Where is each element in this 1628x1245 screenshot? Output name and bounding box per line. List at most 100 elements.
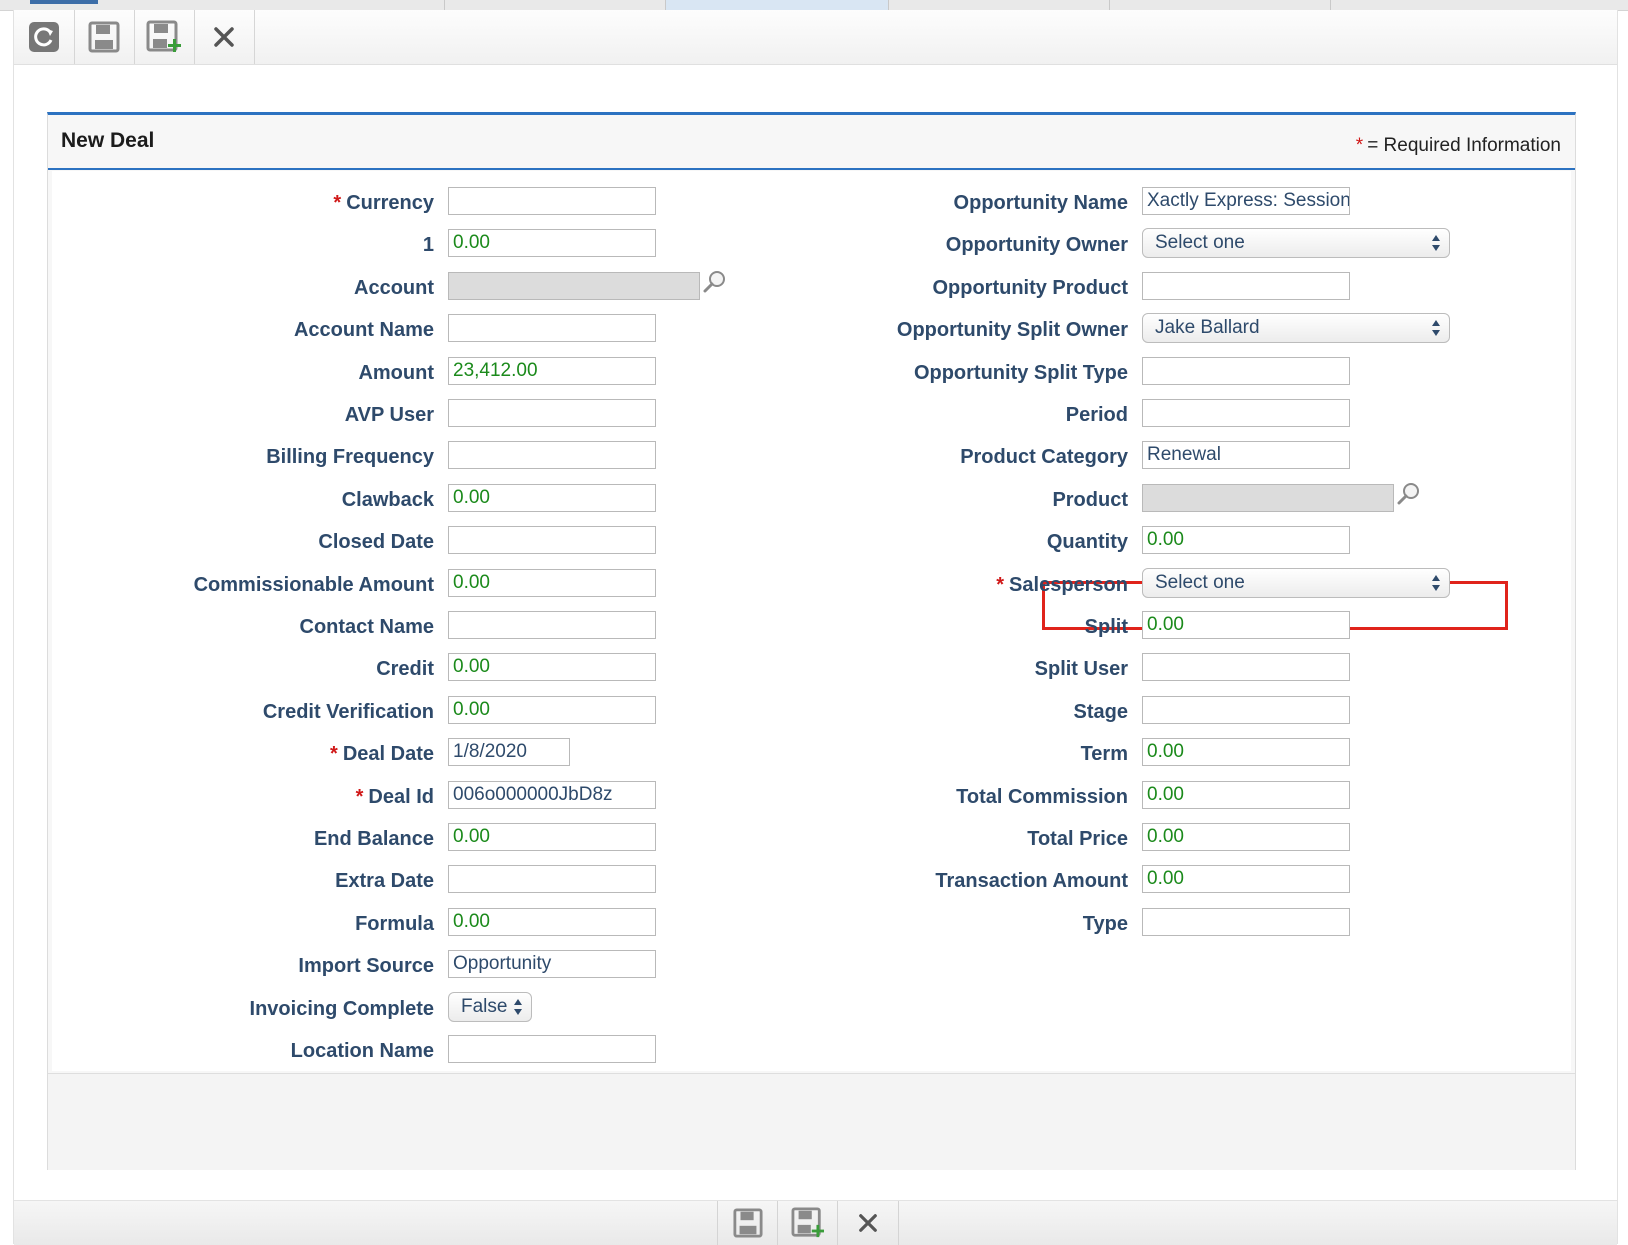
product-label-text: Product [1052,489,1128,511]
salesperson-label: * Salesperson [996,568,1128,602]
opportunity-split-type-input[interactable] [1142,357,1350,385]
refresh-button[interactable] [14,10,75,64]
close-icon [859,1214,877,1232]
opportunity-name-label-text: Opportunity Name [953,192,1128,214]
period-label-text: Period [1065,404,1128,426]
location-name-label: Location Name [291,1034,434,1068]
opportunity-name-label: Opportunity Name [954,186,1128,220]
refresh-icon [29,22,59,52]
location-name-label-text: Location Name [290,1040,434,1062]
form-row-type: Type [14,907,1614,941]
bottom-toolbar [14,1200,1617,1245]
form-row-total-price: Total Price 0.00 [14,822,1614,856]
form-row-product: Product [14,483,1614,517]
form-row-import-source: Import Source Opportunity [14,949,1614,983]
transaction-amount-input[interactable]: 0.00 [1142,865,1350,893]
location-name-input[interactable] [448,1035,656,1063]
form-row-period: Period [14,398,1614,432]
form-row-term: Term 0.00 [14,737,1614,771]
bottom-close-button[interactable] [837,1201,899,1245]
product-category-label-text: Product Category [960,446,1128,468]
form-row-total-commission: Total Commission 0.00 [14,780,1614,814]
panel-footer [48,1073,1575,1170]
product-category-label: Product Category [960,440,1128,474]
period-label: Period [1066,398,1128,432]
form-row-split: Split 0.00 [14,610,1614,644]
form-row-opportunity-owner: Opportunity Owner Select one [14,228,1614,262]
tab-1[interactable] [0,0,445,10]
import-source-label-text: Import Source [298,955,434,977]
form-row-opportunity-split-type: Opportunity Split Type [14,356,1614,390]
opportunity-split-owner-select[interactable]: Jake Ballard [1142,313,1450,343]
required-star: * [996,574,1005,596]
total-commission-label-text: Total Commission [956,786,1128,808]
salesperson-select[interactable]: Select one [1142,568,1450,598]
form-row-location-name: Location Name [14,1034,1614,1068]
tab-2[interactable] [445,0,666,10]
invoicing-complete-select[interactable]: False [448,992,532,1022]
product-input[interactable] [1142,484,1394,512]
opportunity-split-type-label: Opportunity Split Type [914,356,1128,390]
opportunity-split-type-label-text: Opportunity Split Type [913,362,1128,384]
required-star: * [1355,135,1364,156]
deal-window: New Deal * = Required Information * Curr… [13,10,1618,1245]
form-row-split-user: Split User [14,652,1614,686]
save-and-new-button[interactable] [134,10,195,64]
stage-input[interactable] [1142,696,1350,724]
tab-5[interactable] [1110,0,1331,10]
type-label-text: Type [1082,913,1128,935]
opportunity-product-input[interactable] [1142,272,1350,300]
save-icon [88,21,120,53]
quantity-label: Quantity [1047,525,1128,559]
split-user-label-text: Split User [1034,658,1128,680]
save-and-new-icon [791,1207,824,1238]
tab-4[interactable] [889,0,1110,10]
close-icon [214,27,234,47]
product-label: Product [1052,483,1128,517]
opportunity-product-label-text: Opportunity Product [932,277,1128,299]
save-and-new-icon [146,20,181,52]
lookup-search-icon[interactable] [1396,481,1422,507]
opportunity-split-owner-label-text: Opportunity Split Owner [896,319,1128,341]
opportunity-owner-label-text: Opportunity Owner [945,234,1128,256]
invoicing-complete-label: Invoicing Complete [250,992,434,1026]
opportunity-owner-label: Opportunity Owner [946,228,1128,262]
opportunity-owner-select[interactable]: Select one [1142,228,1450,258]
required-info-note: * = Required Information [1356,135,1561,157]
type-input[interactable] [1142,908,1350,936]
tab-6[interactable] [1331,0,1627,10]
total-commission-input[interactable]: 0.00 [1142,781,1350,809]
chevron-up-down-icon [1431,317,1441,339]
total-price-input[interactable]: 0.00 [1142,823,1350,851]
form-row-opportunity-name: Opportunity Name Xactly Express: Session [14,186,1614,220]
opportunity-product-label: Opportunity Product [932,271,1128,305]
split-input[interactable]: 0.00 [1142,611,1350,639]
top-toolbar [14,10,1617,65]
term-label-text: Term [1080,743,1128,765]
opportunity-split-owner-label: Opportunity Split Owner [897,313,1128,347]
save-icon [733,1208,763,1238]
close-button[interactable] [194,10,255,64]
opportunity-name-input[interactable]: Xactly Express: Session [1142,187,1350,215]
split-label: Split [1085,610,1128,644]
import-source-input[interactable]: Opportunity [448,950,656,978]
save-button[interactable] [74,10,135,64]
bottom-save-button[interactable] [717,1201,778,1245]
form-row-invoicing-complete: Invoicing Complete False [14,992,1614,1026]
panel-title: New Deal [61,129,155,152]
bottom-save-and-new-button[interactable] [777,1201,838,1245]
form-row-opportunity-product: Opportunity Product [14,271,1614,305]
form-row-product-category: Product Category Renewal [14,440,1614,474]
import-source-label: Import Source [298,949,434,983]
period-input[interactable] [1142,399,1350,427]
split-user-input[interactable] [1142,653,1350,681]
split-label-text: Split [1084,616,1128,638]
quantity-input[interactable]: 0.00 [1142,526,1350,554]
quantity-label-text: Quantity [1046,531,1128,553]
product-category-input[interactable]: Renewal [1142,441,1350,469]
form-row-salesperson: * Salesperson Select one [14,568,1614,602]
required-info-text: = Required Information [1367,135,1561,156]
form-row-stage: Stage [14,695,1614,729]
form-row-opportunity-split-owner: Opportunity Split Owner Jake Ballard [14,313,1614,347]
term-input[interactable]: 0.00 [1142,738,1350,766]
